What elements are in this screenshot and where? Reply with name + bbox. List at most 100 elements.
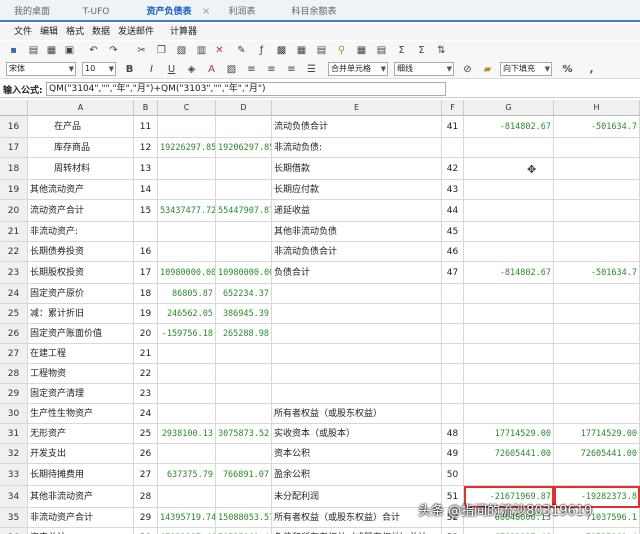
cell-d[interactable]: [216, 404, 272, 424]
cell-b[interactable]: [134, 222, 158, 242]
cell-d[interactable]: [216, 158, 272, 180]
cell-h[interactable]: -501634.7: [554, 116, 640, 138]
cell-c[interactable]: 246562.05: [158, 304, 216, 324]
cell-a[interactable]: 资产总计: [28, 528, 134, 534]
cell-c[interactable]: [158, 444, 216, 464]
corner-cell[interactable]: [0, 100, 28, 116]
menu-file[interactable]: 文件: [14, 25, 32, 39]
row-number[interactable]: 26: [0, 324, 28, 344]
cell-b[interactable]: 16: [134, 242, 158, 262]
column-header-f[interactable]: F: [442, 100, 464, 116]
cell-b[interactable]: 18: [134, 284, 158, 304]
italic-button[interactable]: I: [146, 64, 157, 75]
cell-h[interactable]: [554, 324, 640, 344]
cell-b[interactable]: 12: [134, 138, 158, 158]
print-icon[interactable]: ▤: [28, 45, 39, 56]
cell-c[interactable]: [158, 364, 216, 384]
row-number[interactable]: 35: [0, 508, 28, 528]
cell-d[interactable]: 386945.39: [216, 304, 272, 324]
row-number[interactable]: 24: [0, 284, 28, 304]
cell-d[interactable]: [216, 444, 272, 464]
cell-h[interactable]: [554, 284, 640, 304]
cell-a[interactable]: 固定资产账面价值: [28, 324, 134, 344]
bold-button[interactable]: B: [124, 64, 135, 75]
cell-d[interactable]: [216, 364, 272, 384]
cell-f[interactable]: [442, 284, 464, 304]
cell-e[interactable]: [272, 344, 442, 364]
sum-icon[interactable]: Σ: [396, 45, 407, 56]
cell-e[interactable]: 流动负债合计: [272, 116, 442, 138]
cell-b[interactable]: 29: [134, 508, 158, 528]
format-painter-icon[interactable]: ▥: [196, 45, 207, 56]
cell-c[interactable]: 637375.79: [158, 464, 216, 486]
row-number[interactable]: 21: [0, 222, 28, 242]
cell-c[interactable]: 67833197.46: [158, 528, 216, 534]
cell-a[interactable]: 周转材料: [28, 158, 134, 180]
merge-cells-select[interactable]: 合并单元格 ▼: [328, 62, 388, 76]
cell-e[interactable]: 盈余公积: [272, 464, 442, 486]
cell-b[interactable]: 22: [134, 364, 158, 384]
cell-h[interactable]: [554, 138, 640, 158]
cell-h[interactable]: [554, 222, 640, 242]
cell-b[interactable]: 11: [134, 116, 158, 138]
row-number[interactable]: 22: [0, 242, 28, 262]
cell-g[interactable]: [464, 344, 554, 364]
border-icon[interactable]: ▨: [226, 64, 237, 75]
cell-h[interactable]: [554, 200, 640, 222]
cell-a[interactable]: 长期股权投资: [28, 262, 134, 284]
fill-down-select[interactable]: 向下填充 ▼: [500, 62, 552, 76]
insert-icon[interactable]: ▤: [316, 45, 327, 56]
cell-f[interactable]: [442, 344, 464, 364]
cell-e[interactable]: [272, 324, 442, 344]
cell-d[interactable]: 19206297.85: [216, 138, 272, 158]
cell-f[interactable]: 49: [442, 444, 464, 464]
cell-e[interactable]: 资本公积: [272, 444, 442, 464]
cell-a[interactable]: 生产性生物资产: [28, 404, 134, 424]
cell-d[interactable]: [216, 384, 272, 404]
border-style-select[interactable]: 细线 ▼: [394, 62, 454, 76]
cell-g[interactable]: [464, 464, 554, 486]
cell-g[interactable]: [464, 242, 554, 262]
cell-e[interactable]: 未分配利润: [272, 486, 442, 508]
row-number[interactable]: 28: [0, 364, 28, 384]
sum-i-icon[interactable]: Σ: [416, 45, 427, 56]
cell-h[interactable]: [554, 364, 640, 384]
cell-a[interactable]: 库存商品: [28, 138, 134, 158]
cell-b[interactable]: 23: [134, 384, 158, 404]
cell-g[interactable]: -814802.67: [464, 262, 554, 284]
column-header-g[interactable]: G: [464, 100, 554, 116]
row-number[interactable]: 25: [0, 304, 28, 324]
cell-h[interactable]: [554, 158, 640, 180]
cell-d[interactable]: 652234.37: [216, 284, 272, 304]
row-number[interactable]: 29: [0, 384, 28, 404]
cell-f[interactable]: 42: [442, 158, 464, 180]
justify-icon[interactable]: ☰: [306, 64, 317, 75]
row-number[interactable]: 36: [0, 528, 28, 534]
cell-f[interactable]: [442, 364, 464, 384]
cell-e[interactable]: [272, 284, 442, 304]
cell-f[interactable]: 53: [442, 528, 464, 534]
column-header-h[interactable]: H: [554, 100, 640, 116]
cell-a[interactable]: 固定资产清理: [28, 384, 134, 404]
copy-icon[interactable]: ❐: [156, 45, 167, 56]
cell-a[interactable]: 减：累计折旧: [28, 304, 134, 324]
folder-icon[interactable]: ▰: [482, 64, 493, 75]
cell-f[interactable]: 45: [442, 222, 464, 242]
cell-f[interactable]: 44: [442, 200, 464, 222]
cell-b[interactable]: 25: [134, 424, 158, 444]
cell-d[interactable]: [216, 222, 272, 242]
cell-d[interactable]: [216, 180, 272, 200]
cell-f[interactable]: 41: [442, 116, 464, 138]
cell-e[interactable]: 长期应付款: [272, 180, 442, 200]
print-preview-icon[interactable]: ▦: [46, 45, 57, 56]
cell-h[interactable]: [554, 180, 640, 200]
close-icon[interactable]: ×: [202, 4, 210, 20]
cell-b[interactable]: 13: [134, 158, 158, 180]
cell-a[interactable]: 非流动资产合计: [28, 508, 134, 528]
formula-input[interactable]: QM("3104","","年","月")+QM("3103","","年","…: [46, 82, 446, 96]
cell-a[interactable]: 其他非流动资产: [28, 486, 134, 508]
cell-g[interactable]: [464, 200, 554, 222]
cell-a[interactable]: 其他流动资产: [28, 180, 134, 200]
cell-e[interactable]: [272, 364, 442, 384]
tab-balance-sheet[interactable]: 资产负债表: [140, 4, 198, 20]
